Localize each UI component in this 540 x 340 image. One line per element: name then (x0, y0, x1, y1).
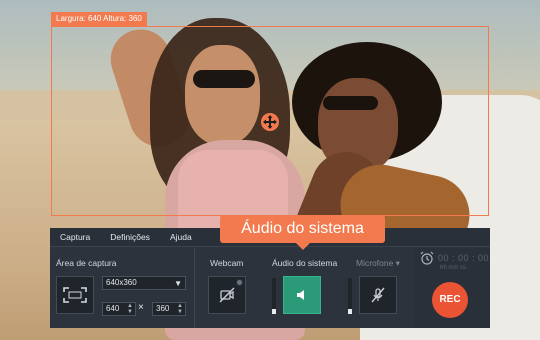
microphone-button[interactable] (359, 276, 397, 314)
height-value: 360 (156, 304, 170, 313)
resolution-value: 640x360 (106, 278, 137, 287)
alarm-clock-icon[interactable] (419, 250, 435, 266)
webcam-off-icon (219, 287, 235, 303)
recording-timer: 00 : 00 : 00 (438, 253, 490, 263)
webcam-button[interactable] (208, 276, 246, 314)
fullscreen-frame-icon (63, 287, 87, 303)
webcam-title: Webcam (210, 258, 244, 268)
menu-captura[interactable]: Captura (50, 228, 100, 247)
menu-definicoes[interactable]: Definições (100, 228, 160, 247)
microphone-off-icon (371, 287, 385, 303)
microphone-title[interactable]: Microfone ▾ (356, 258, 400, 269)
stepper-icon[interactable]: ▲ ▼ (177, 303, 183, 315)
stepper-icon[interactable]: ▲ ▼ (127, 303, 133, 315)
recorder-panel: Captura Definições Ajuda Área de captura… (50, 228, 490, 328)
system-audio-level-fill (272, 308, 276, 314)
microphone-level-fill (348, 308, 352, 314)
move-arrows-icon[interactable] (261, 113, 279, 131)
chevron-down-icon: ▼ (174, 279, 182, 288)
microphone-level[interactable] (348, 278, 352, 314)
timer-units: hh mm ss (440, 265, 467, 271)
gear-icon[interactable] (236, 279, 243, 286)
menu-ajuda[interactable]: Ajuda (160, 228, 202, 247)
resolution-select[interactable]: 640x360 ▼ (102, 276, 186, 290)
width-input[interactable]: 640 ▲ ▼ (102, 302, 136, 316)
width-value: 640 (106, 304, 120, 313)
system-audio-tooltip: Áudio do sistema (220, 215, 385, 250)
capture-size-label: Largura: 640 Altura: 360 (51, 12, 147, 26)
times-symbol: × (138, 302, 144, 313)
speaker-icon (297, 290, 304, 300)
capture-area-title: Área de captura (56, 258, 117, 268)
height-input[interactable]: 360 ▲ ▼ (152, 302, 186, 316)
recording-controls: 00 : 00 : 00 hh mm ss REC (414, 248, 490, 328)
divider (194, 248, 195, 328)
capture-area-button[interactable] (56, 276, 94, 314)
system-audio-button[interactable] (283, 276, 321, 314)
system-audio-level[interactable] (272, 278, 276, 314)
rec-button[interactable]: REC (432, 282, 468, 318)
system-audio-title: Áudio do sistema (272, 258, 338, 268)
